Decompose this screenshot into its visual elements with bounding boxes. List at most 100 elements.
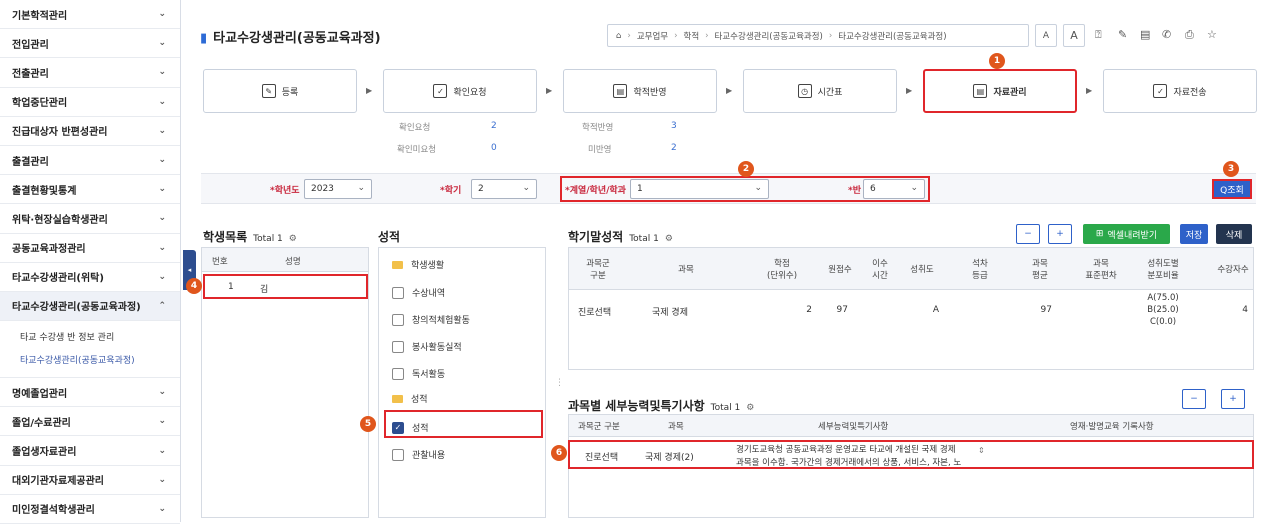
detail-text[interactable]: 경기도교육청 공동교육과정 운영교로 타교에 개설된 국제 경제 xyxy=(736,443,956,455)
sidebar-item[interactable]: 위탁·현장실습학생관리 ⌄ xyxy=(0,204,180,234)
breadcrumb-item[interactable]: 타교수강생관리(공동교육과정) xyxy=(838,30,946,42)
register-icon: ✎ xyxy=(261,84,276,98)
chevron-right-icon: › xyxy=(674,30,678,41)
chevron-down-icon: ⌄ xyxy=(158,125,166,136)
grade-select[interactable]: 1 ⌄ xyxy=(630,179,769,199)
sidebar-item[interactable]: 전출관리 ⌄ xyxy=(0,58,180,88)
step-arrow-icon: ▶ xyxy=(546,86,553,95)
sidebar-item[interactable]: 공동교육과정관리 ⌄ xyxy=(0,234,180,263)
scroll-stepper-icon[interactable]: ⇕ xyxy=(978,446,985,455)
print-icon[interactable]: ⎙ xyxy=(1185,28,1194,42)
details-remove-button[interactable]: − xyxy=(1182,389,1206,409)
checkbox[interactable] xyxy=(392,313,404,326)
tree-checkbox-item[interactable]: 수상내역 xyxy=(392,286,445,299)
help-icon[interactable]: ⍰ xyxy=(1095,28,1102,42)
tree-group[interactable]: 학생생활 xyxy=(392,258,444,271)
check-request-icon: ✓ xyxy=(433,84,448,98)
sidebar-item-label: 전출관리 xyxy=(12,68,49,80)
stat-value: 3 xyxy=(671,121,677,131)
star-icon[interactable]: ☆ xyxy=(1207,28,1217,41)
details-title: 과목별 세부능력및특기사항 Total 1 ⚙ xyxy=(568,399,755,413)
step-4-button[interactable]: ◷ 시간표 xyxy=(743,69,897,113)
chevron-right-icon: › xyxy=(828,30,833,41)
delete-button[interactable]: 삭제 xyxy=(1216,224,1252,244)
sidebar-item[interactable]: 명예졸업관리 ⌄ xyxy=(0,378,180,408)
stat-value: 0 xyxy=(491,143,497,153)
sidebar-item-label: 대외기관자료제공관리 xyxy=(12,476,104,488)
sidebar-item[interactable]: 진급대상자 반편성관리 ⌄ xyxy=(0,117,180,146)
grade-cell-dist: B(25.0) xyxy=(1147,305,1179,315)
gear-icon[interactable]: ⚙ xyxy=(665,234,673,244)
apply-icon: ▤ xyxy=(613,84,628,98)
class-select[interactable]: 6 ⌄ xyxy=(863,179,925,199)
sidebar-item[interactable]: 출결현황및통계 ⌄ xyxy=(0,175,180,205)
home-icon[interactable]: ⌂ xyxy=(616,31,621,41)
year-select[interactable]: 2023 ⌄ xyxy=(304,179,372,199)
checkbox[interactable] xyxy=(392,367,404,380)
step-badge: 3 xyxy=(1223,161,1239,177)
folder-icon xyxy=(392,260,403,269)
sidebar-item[interactable]: 기본학적관리 ⌄ xyxy=(0,0,180,30)
gear-icon[interactable]: ⚙ xyxy=(289,234,297,244)
search-button[interactable]: Q조회 xyxy=(1212,179,1252,199)
tree-group[interactable]: 성적 xyxy=(392,392,428,405)
col-header: 수강자수 xyxy=(1217,265,1249,275)
sidebar-item[interactable]: 출결관리 ⌄ xyxy=(0,146,180,176)
stat-label: 확인미요청 xyxy=(397,145,437,155)
step-6-button[interactable]: ✓ 자료전송 xyxy=(1103,69,1257,113)
sidebar-item[interactable]: 졸업/수료관리 ⌄ xyxy=(0,407,180,437)
checkbox[interactable] xyxy=(392,286,404,299)
breadcrumb-item[interactable]: 타교수강생관리(공동교육과정) xyxy=(715,30,823,42)
chat-icon[interactable]: ✎ xyxy=(1118,28,1127,41)
step-3-button[interactable]: ▤ 학적반영 xyxy=(563,69,717,113)
checkbox[interactable] xyxy=(392,340,404,353)
chevron-right-icon: › xyxy=(627,30,631,41)
checkbox[interactable] xyxy=(392,448,404,461)
remove-row-button[interactable]: − xyxy=(1016,224,1040,244)
tree-checkbox-item[interactable]: 관찰내용 xyxy=(392,448,445,461)
font-increase-button[interactable]: A xyxy=(1063,24,1085,47)
details-add-button[interactable]: + xyxy=(1221,389,1245,409)
tree-checkbox-item[interactable]: 독서활동 xyxy=(392,367,445,380)
save-button[interactable]: 저장 xyxy=(1180,224,1208,244)
add-row-button[interactable]: + xyxy=(1048,224,1072,244)
sidebar-item[interactable]: 전입관리 ⌄ xyxy=(0,29,180,59)
phone-icon[interactable]: ✆ xyxy=(1162,28,1171,41)
sidebar-item[interactable]: 타교수강생관리(공동교육과정) ⌃ xyxy=(0,291,180,322)
breadcrumb-item[interactable]: 교무업무 xyxy=(637,30,668,42)
chevron-right-icon: › xyxy=(705,30,709,41)
sidebar-item[interactable]: 대외기관자료제공관리 ⌄ xyxy=(0,466,180,495)
tree-checkbox-item[interactable]: 창의적체험활동 xyxy=(392,313,470,326)
sidebar-item-label: 기본학적관리 xyxy=(12,10,68,22)
grade-cell-subject: 국제 경제 xyxy=(652,308,688,318)
grades-tree-title: 성적 xyxy=(378,230,401,244)
chevron-down-icon: ⌄ xyxy=(357,183,365,193)
stat-value: 2 xyxy=(491,121,497,131)
term-select[interactable]: 2 ⌄ xyxy=(471,179,537,199)
sidebar-subitem[interactable]: 타교 수강생 반 정보 관리 xyxy=(0,325,180,348)
sidebar-item[interactable]: 학업중단관리 ⌄ xyxy=(0,88,180,117)
step-5-button[interactable]: ▤ 자료관리 xyxy=(923,69,1077,113)
font-decrease-button[interactable]: A xyxy=(1035,24,1057,47)
document-icon[interactable]: ▤ xyxy=(1140,28,1150,41)
breadcrumb: ⌂ › 교무업무 › 학적 › 타교수강생관리(공동교육과정) › 타교수강생관리(공동교육과정… xyxy=(607,24,1029,47)
step-2-button[interactable]: ✓ 확인요청 xyxy=(383,69,537,113)
sidebar-subitem[interactable]: 타교수강생관리(공동교육과정) xyxy=(0,348,180,371)
detail-text[interactable]: 과목을 이수함. 국가간의 경제거래에서의 상품, 서비스, 자본, 노 xyxy=(736,456,961,468)
chevron-down-icon: ⌄ xyxy=(158,271,166,282)
grade-cell-group: 진로선택 xyxy=(578,308,612,318)
grade-cell-count: 4 xyxy=(1242,305,1248,315)
col-header: 과목 표준편차 xyxy=(1085,259,1117,281)
sidebar-item[interactable]: 타교수강생관리(위탁) ⌄ xyxy=(0,263,180,292)
splitter-handle[interactable]: ⋮ xyxy=(555,378,564,388)
sidebar-item-label: 진급대상자 반편성관리 xyxy=(12,127,108,139)
step-1-button[interactable]: ✎ 등록 xyxy=(203,69,357,113)
tree-checkbox-item[interactable]: 봉사활동실적 xyxy=(392,340,462,353)
sidebar-item[interactable]: 미인정결석학생관리 ⌄ xyxy=(0,495,180,524)
sidebar-item[interactable]: 졸업생자료관리 ⌄ xyxy=(0,436,180,466)
student-name[interactable]: 김 xyxy=(260,282,268,295)
excel-download-button[interactable]: ⊞ 엑셀내려받기 xyxy=(1083,224,1170,244)
breadcrumb-item[interactable]: 학적 xyxy=(684,30,700,42)
grade-cell-score: 97 xyxy=(836,305,848,315)
gear-icon[interactable]: ⚙ xyxy=(746,403,754,413)
